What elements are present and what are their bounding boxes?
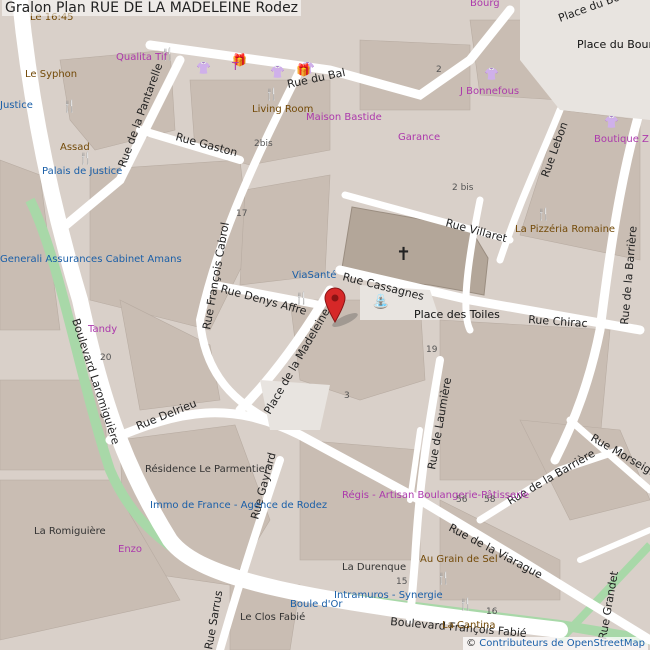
- house-number: 56: [456, 495, 468, 505]
- poi-label: La Pizzéria Romaine: [515, 223, 615, 235]
- copyright-symbol: ©: [466, 638, 477, 649]
- square-label: Place du Bourg: [577, 38, 650, 51]
- house-number: 58: [484, 495, 496, 505]
- poi-label: Justice: [0, 100, 33, 111]
- poi-label: Generali Assurances Cabinet Amans: [0, 254, 182, 265]
- poi-label: Bourg: [470, 0, 500, 9]
- svg-text:🍴: 🍴: [458, 597, 473, 611]
- svg-text:🍴: 🍴: [78, 151, 93, 165]
- poi-label: Garance: [398, 132, 440, 143]
- poi-label: Enzo: [118, 544, 142, 555]
- map-title: Gralon Plan RUE DE LA MADELEINE Rodez: [2, 0, 302, 16]
- poi-label: Maison Bastide: [306, 112, 382, 123]
- house-number: 2bis: [254, 139, 273, 149]
- fountain-icon: ⛲: [372, 293, 389, 310]
- poi-label: Boule d'Or: [290, 599, 343, 610]
- attribution: © Contributeurs de OpenStreetMap: [463, 637, 648, 650]
- house-number: 15: [396, 577, 407, 587]
- svg-text:👚: 👚: [196, 61, 211, 75]
- svg-text:🍴: 🍴: [436, 571, 451, 585]
- svg-text:🍴: 🍴: [264, 87, 279, 101]
- svg-text:🎁: 🎁: [296, 63, 311, 77]
- svg-text:👚: 👚: [484, 67, 499, 81]
- attribution-link[interactable]: Contributeurs de OpenStreetMap: [479, 638, 645, 649]
- house-number: 20: [100, 353, 112, 363]
- house-number: 3: [344, 391, 350, 401]
- poi-label: Le Syphon: [25, 69, 77, 80]
- poi-label: La Romiguière: [34, 525, 106, 537]
- tshirt-icon: T: [231, 60, 239, 73]
- poi-label: Le Clos Fabié: [240, 611, 305, 623]
- square-label: Place des Toiles: [414, 308, 500, 321]
- poi-label: Résidence Le Parmentier: [145, 463, 270, 475]
- poi-label: Boutique Z: [594, 134, 649, 145]
- house-number: 19: [426, 345, 438, 355]
- poi-label: Régis - Artisan Boulangerie-Pâtisserie: [342, 489, 529, 501]
- svg-text:🍴: 🍴: [62, 99, 77, 113]
- house-number: 2 bis: [452, 183, 474, 193]
- poi-label: Living Room: [252, 104, 313, 115]
- svg-text:🍴: 🍴: [294, 291, 309, 305]
- poi-label: La Cantina: [442, 620, 496, 631]
- poi-label: Intramuros - Synergie: [334, 590, 443, 601]
- house-number: 17: [236, 209, 247, 219]
- church-cross-icon: ✝: [396, 244, 411, 265]
- house-number: 2: [436, 65, 442, 75]
- svg-text:👚: 👚: [604, 115, 619, 129]
- svg-text:🍴: 🍴: [536, 207, 551, 221]
- poi-label: Qualita Tif: [116, 52, 168, 63]
- house-number: 16: [486, 607, 498, 617]
- poi-label: Palais de Justice: [42, 166, 122, 177]
- poi-label: La Durenque: [342, 562, 406, 573]
- poi-label: Tandy: [87, 324, 117, 335]
- poi-label: J Bonnefous: [459, 86, 519, 97]
- svg-text:👚: 👚: [270, 65, 285, 79]
- poi-label: ViaSanté: [292, 269, 336, 281]
- poi-label: Immo de France - Agence de Rodez: [150, 500, 327, 511]
- poi-label: Au Grain de Sel: [420, 554, 498, 565]
- poi-label: Assad: [60, 142, 90, 153]
- street-map[interactable]: ✝ Rue du Bal Rue Gaston Rue de la Pantar…: [0, 0, 650, 650]
